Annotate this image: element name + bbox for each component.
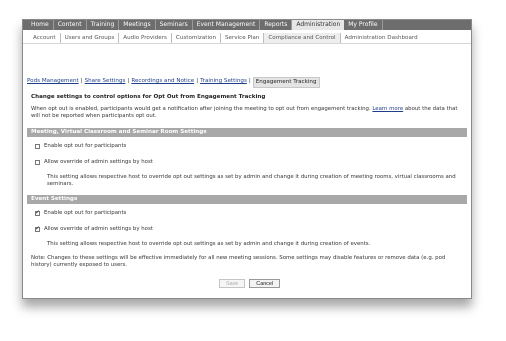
event-enable-opt-out-checkbox[interactable]: [35, 209, 40, 216]
event-enable-opt-out-row[interactable]: Enable opt out for participants: [35, 209, 126, 217]
section-header-event: Event Settings: [27, 195, 467, 204]
nav-meetings[interactable]: Meetings: [119, 20, 156, 30]
tab-training-settings[interactable]: Training Settings: [200, 77, 247, 88]
page-heading: Change settings to control options for O…: [31, 94, 266, 100]
meeting-enable-opt-out-row[interactable]: Enable opt out for participants: [35, 142, 126, 150]
subnav-account[interactable]: Account: [29, 33, 61, 43]
tab-share-settings[interactable]: Share Settings: [85, 77, 126, 88]
nav-my-profile[interactable]: My Profile: [344, 20, 383, 30]
nav-reports[interactable]: Reports: [260, 20, 293, 30]
subnav-audio-providers[interactable]: Audio Providers: [119, 33, 172, 43]
subnav-customization[interactable]: Customization: [172, 33, 221, 43]
event-allow-override-row[interactable]: Allow override of admin settings by host: [35, 225, 153, 233]
nav-seminars[interactable]: Seminars: [156, 20, 193, 30]
action-buttons: Save Cancel: [219, 279, 281, 288]
event-allow-override-label: Allow override of admin settings by host: [44, 226, 153, 232]
nav-home[interactable]: Home: [27, 20, 54, 30]
meeting-allow-override-label: Allow override of admin settings by host: [44, 159, 153, 165]
meeting-allow-override-checkbox[interactable]: [35, 159, 40, 165]
tab-pods-management[interactable]: Pods Management: [27, 77, 79, 88]
nav-administration[interactable]: Administration: [292, 20, 345, 30]
section-header-meeting: Meeting, Virtual Classroom and Seminar R…: [27, 128, 467, 137]
nav-content[interactable]: Content: [54, 20, 87, 30]
event-enable-opt-out-label: Enable opt out for participants: [44, 210, 127, 216]
meeting-allow-override-row[interactable]: Allow override of admin settings by host: [35, 158, 153, 166]
save-button[interactable]: Save: [219, 279, 246, 288]
settings-tabs: Pods Management | Share Settings | Recordi…: [27, 77, 320, 88]
event-override-note: This setting allows respective host to o…: [47, 241, 371, 247]
tab-recordings-and-notice[interactable]: Recordings and Notice: [131, 77, 194, 88]
subnav-users-and-groups[interactable]: Users and Groups: [61, 33, 120, 43]
cancel-button[interactable]: Cancel: [249, 279, 281, 288]
tab-engagement-tracking[interactable]: Engagement Tracking: [252, 77, 320, 88]
nav-training[interactable]: Training: [87, 20, 120, 30]
event-allow-override-checkbox[interactable]: [35, 225, 40, 232]
subnav-service-plan[interactable]: Service Plan: [221, 33, 265, 43]
top-navigation: Home Content Training Meetings Seminars …: [23, 20, 471, 30]
sub-navigation: Account Users and Groups Audio Providers…: [23, 33, 471, 44]
subnav-administration-dashboard[interactable]: Administration Dashboard: [341, 33, 422, 43]
learn-more-link[interactable]: Learn more: [372, 106, 403, 112]
meeting-enable-opt-out-label: Enable opt out for participants: [44, 143, 127, 149]
app-window: Home Content Training Meetings Seminars …: [22, 19, 472, 299]
description-before-link: When opt out is enabled, participants wo…: [31, 106, 371, 112]
description-text: When opt out is enabled, participants wo…: [31, 106, 467, 120]
meeting-enable-opt-out-checkbox[interactable]: [35, 143, 40, 149]
nav-event-management[interactable]: Event Management: [193, 20, 261, 30]
subnav-compliance-and-control[interactable]: Compliance and Control: [264, 33, 341, 43]
footer-note: Note: Changes to these settings will be …: [31, 255, 446, 268]
meeting-override-note: This setting allows respective host to o…: [47, 174, 456, 187]
